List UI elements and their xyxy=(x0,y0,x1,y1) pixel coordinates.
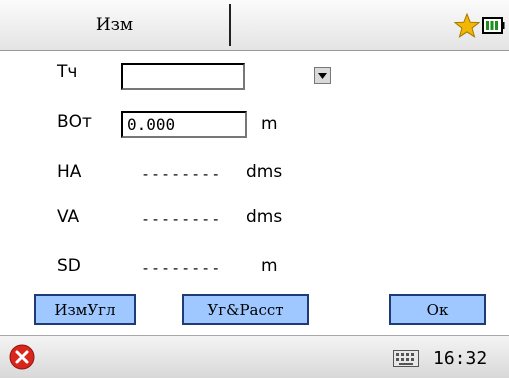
title-separator xyxy=(229,4,231,46)
battery-icon xyxy=(482,17,505,34)
ha-unit: dms xyxy=(246,162,283,182)
target-field[interactable] xyxy=(121,63,245,90)
target-height-label: ВОт xyxy=(57,112,92,132)
star-icon[interactable] xyxy=(454,13,480,39)
keyboard-icon[interactable] xyxy=(393,350,419,367)
sd-label: SD xyxy=(57,256,81,276)
close-icon[interactable] xyxy=(9,344,35,370)
target-height-field[interactable]: 0.000 xyxy=(121,111,247,138)
target-dropdown-button[interactable] xyxy=(314,67,331,84)
clock: 16:32 xyxy=(433,347,488,369)
sd-value: -------- xyxy=(141,259,222,277)
target-height-unit: m xyxy=(261,114,278,134)
title-bar: Изм xyxy=(0,0,509,51)
screen-title: Изм xyxy=(95,15,134,35)
sd-unit: m xyxy=(261,256,278,276)
target-label: Тч xyxy=(57,62,78,82)
ha-value: -------- xyxy=(141,165,222,183)
measure-angle-button[interactable]: ИзмУгл xyxy=(34,294,136,325)
va-label: VA xyxy=(57,207,80,227)
chevron-down-icon xyxy=(318,72,327,79)
angle-distance-button[interactable]: Уг&Расст xyxy=(182,294,309,325)
ha-label: HA xyxy=(57,162,82,182)
va-unit: dms xyxy=(246,207,283,227)
ok-button[interactable]: Ок xyxy=(389,294,486,325)
va-value: -------- xyxy=(141,210,222,228)
